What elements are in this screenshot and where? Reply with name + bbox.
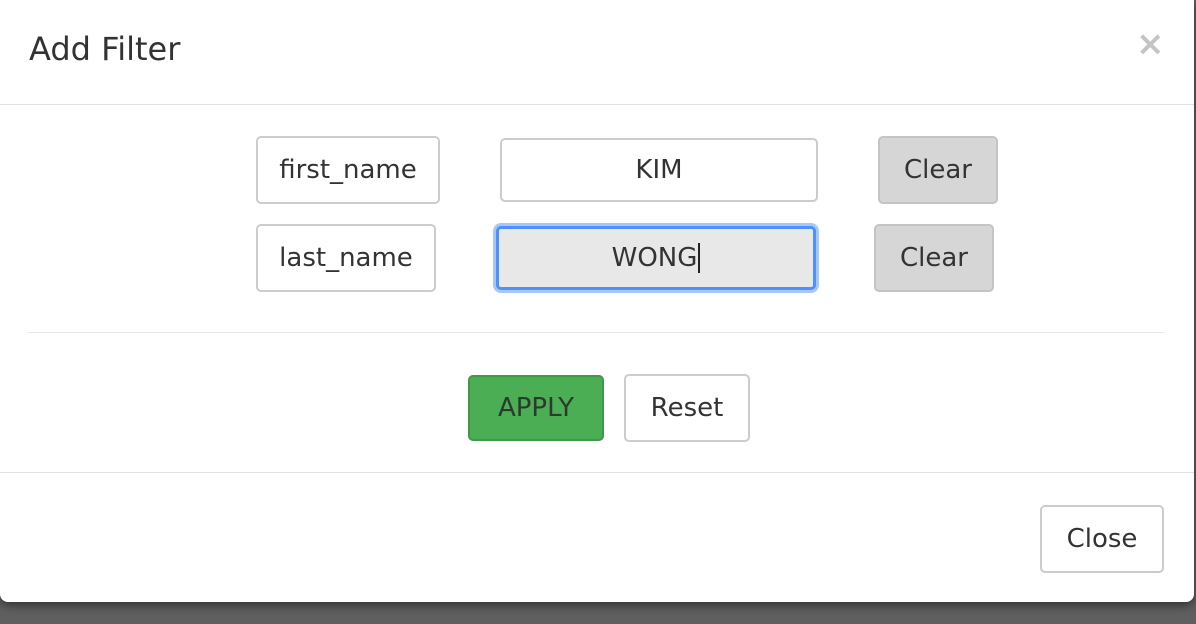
apply-button[interactable]: APPLY (468, 375, 604, 441)
filter-value-input-first-name[interactable]: KIM (500, 138, 818, 202)
text-caret (698, 243, 701, 273)
dialog-title: Add Filter (29, 30, 181, 68)
section-divider (28, 332, 1164, 333)
add-filter-dialog: Add Filter × first_name KIM Clear last_n… (0, 0, 1194, 602)
close-icon[interactable]: × (1136, 24, 1165, 64)
dialog-footer: Close (0, 472, 1194, 602)
clear-button-last-name[interactable]: Clear (874, 224, 994, 292)
close-button[interactable]: Close (1040, 505, 1164, 573)
clear-button-first-name[interactable]: Clear (878, 136, 998, 204)
filter-value-text: WONG (611, 243, 698, 273)
filter-field-first-name[interactable]: first_name (256, 136, 440, 204)
reset-button[interactable]: Reset (624, 374, 750, 442)
filter-value-text: KIM (635, 155, 683, 185)
filter-value-input-last-name[interactable]: WONG (496, 226, 816, 290)
dialog-header: Add Filter × (0, 0, 1194, 105)
filter-field-last-name[interactable]: last_name (256, 224, 436, 292)
